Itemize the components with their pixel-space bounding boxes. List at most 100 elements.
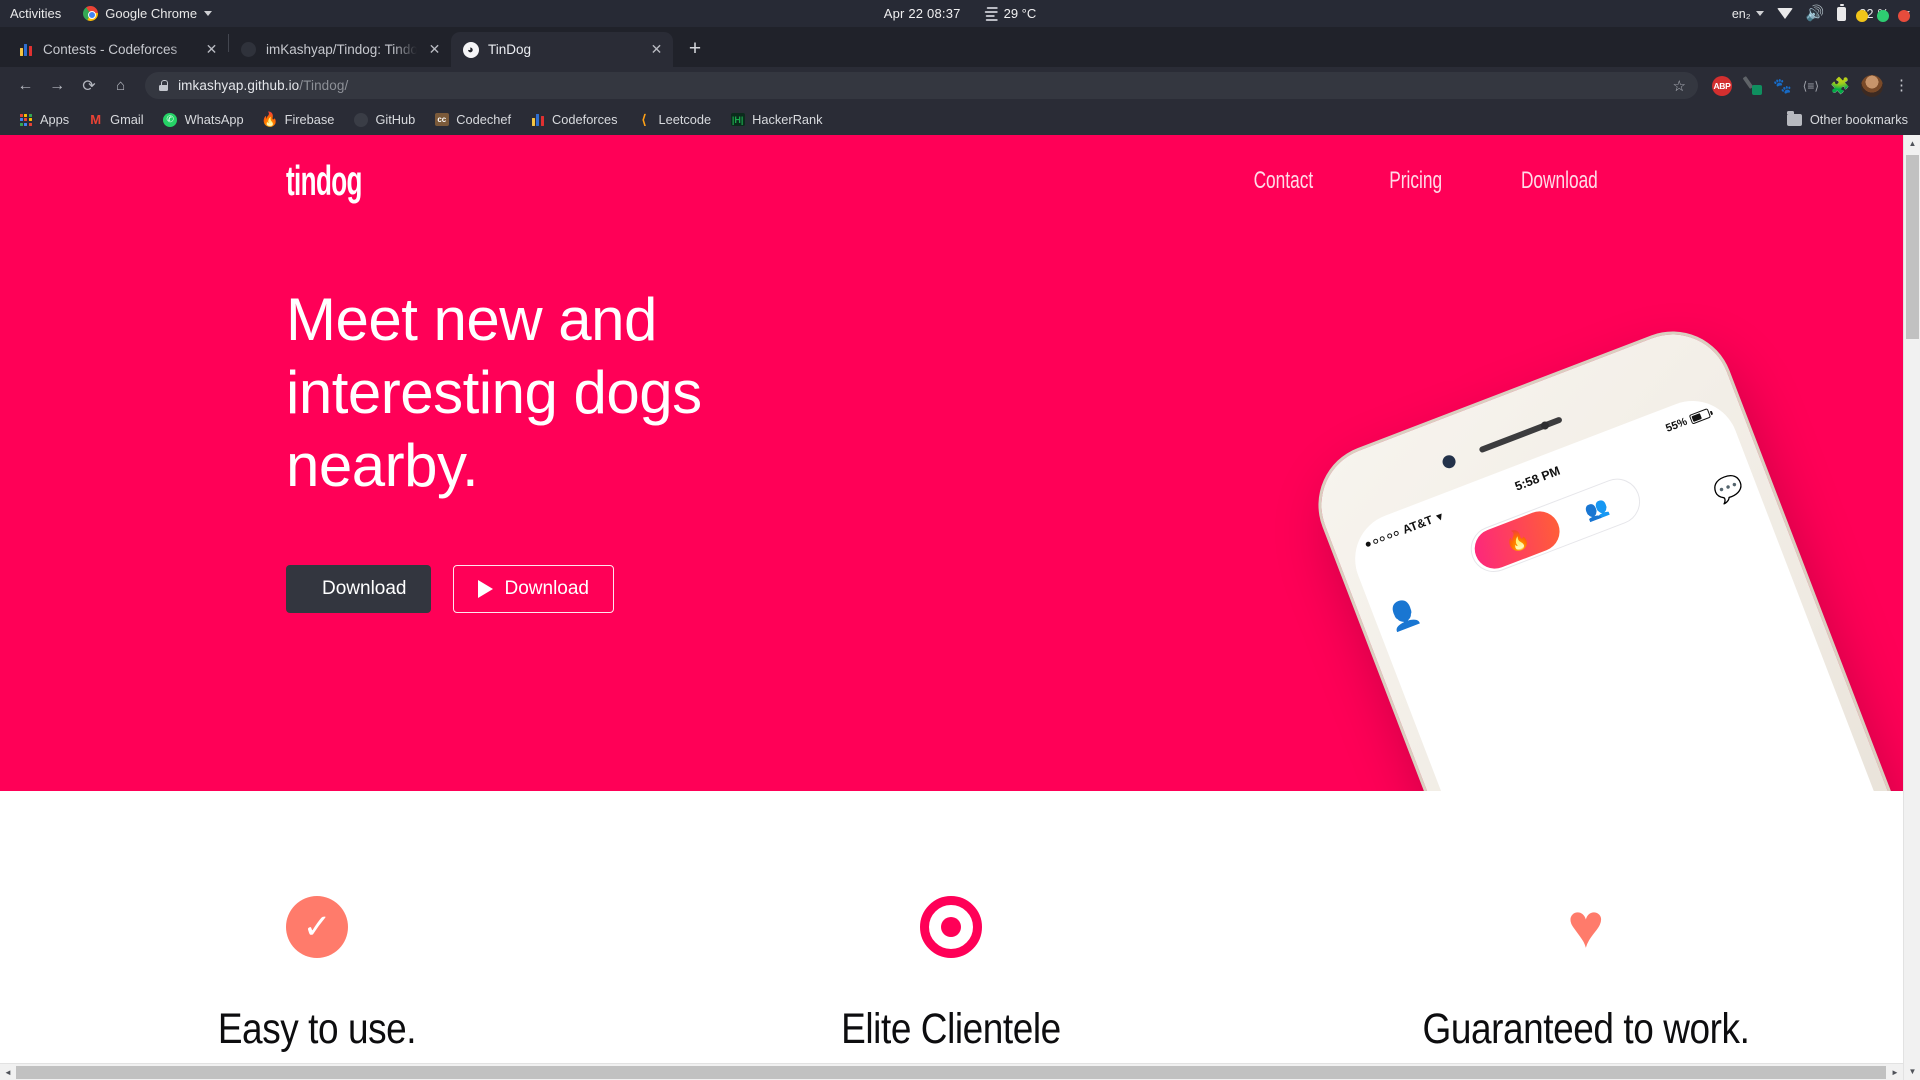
window-controls[interactable] xyxy=(1856,10,1910,22)
app-menu-google-chrome[interactable]: Google Chrome xyxy=(75,6,220,21)
hero-section: tindog Contact Pricing Download Meet new… xyxy=(0,135,1903,791)
avatar[interactable] xyxy=(1860,74,1883,97)
gnome-center-cluster[interactable]: Apr 22 08:37 29 °C xyxy=(884,6,1037,21)
scroll-down-arrow-icon[interactable]: ▼ xyxy=(1904,1063,1920,1080)
browser-toolbar: ← → ⟳ ⌂ imkashyap.github.io/Tindog/ ☆ AB… xyxy=(0,67,1920,104)
feature-elite-clientele: Elite Clientele xyxy=(731,891,1171,1054)
bookmark-label: Apps xyxy=(40,112,70,127)
bookmark-codechef[interactable]: cc Codechef xyxy=(426,109,519,130)
chevron-down-icon xyxy=(204,11,213,16)
button-label: Download xyxy=(504,577,590,599)
bookmark-whatsapp[interactable]: ✆ WhatsApp xyxy=(155,109,252,130)
home-button[interactable]: ⌂ xyxy=(106,71,135,100)
bookmark-label: Codechef xyxy=(456,112,512,127)
bookmark-github[interactable]: GitHub xyxy=(345,109,423,130)
gnome-top-bar: Activities Google Chrome Apr 22 08:37 29… xyxy=(0,0,1920,27)
browser-tab-imkashyap-tindog[interactable]: imKashyap/Tindog: Tindo ✕ xyxy=(229,32,451,67)
scroll-up-arrow-icon[interactable]: ▲ xyxy=(1904,135,1920,152)
gnome-shell-integration-icon[interactable]: 🐾 xyxy=(1773,77,1792,95)
scroll-right-arrow-icon[interactable]: ► xyxy=(1887,1064,1903,1080)
site-logo[interactable]: tindog xyxy=(286,157,362,205)
browser-tab-tindog[interactable]: ◕ TinDog ✕ xyxy=(451,32,673,67)
vertical-scrollbar[interactable]: ▲ ▼ xyxy=(1903,135,1920,1080)
bookmark-star-icon[interactable]: ☆ xyxy=(1673,77,1686,95)
weather-indicator[interactable]: 29 °C xyxy=(984,6,1037,21)
bookmark-gmail[interactable]: M Gmail xyxy=(80,109,151,130)
github-favicon xyxy=(240,41,257,58)
url-host: imkashyap.github.io xyxy=(178,78,300,93)
site-nav-links: Contact Pricing Download xyxy=(1242,167,1613,195)
page-viewport: tindog Contact Pricing Download Meet new… xyxy=(0,135,1920,1080)
download-play-store-button[interactable]: Download xyxy=(452,564,614,613)
bookmark-label: GitHub xyxy=(375,112,416,127)
battery-icon[interactable] xyxy=(1837,4,1847,21)
bookmark-leetcode[interactable]: ⟨ Leetcode xyxy=(629,109,720,130)
back-button[interactable]: ← xyxy=(11,71,40,100)
url-path: /Tindog/ xyxy=(299,78,349,93)
horizontal-scroll-thumb[interactable] xyxy=(16,1066,1886,1079)
app-menu-label: Google Chrome xyxy=(105,6,198,21)
codeforces-icon xyxy=(530,112,545,127)
clock-label[interactable]: Apr 22 08:37 xyxy=(884,6,961,21)
activities-button[interactable]: Activities xyxy=(0,6,75,21)
bookmarks-bar: Apps M Gmail ✆ WhatsApp 🔥 Firebase GitHu… xyxy=(0,104,1920,135)
adblock-plus-icon[interactable]: ABP xyxy=(1711,75,1732,96)
chrome-logo-icon xyxy=(83,6,99,21)
bookmark-label: Gmail xyxy=(110,112,144,127)
tab-close-icon[interactable]: ✕ xyxy=(426,41,443,58)
temperature-label: 29 °C xyxy=(1003,6,1037,21)
vertical-scroll-thumb[interactable] xyxy=(1906,155,1919,339)
maximize-button[interactable] xyxy=(1877,10,1889,22)
horizontal-scrollbar[interactable]: ◄ ► xyxy=(0,1063,1903,1080)
site-navbar: tindog Contact Pricing Download xyxy=(0,135,1903,205)
other-bookmarks-button[interactable]: Other bookmarks xyxy=(1786,110,1908,127)
new-tab-button[interactable]: + xyxy=(680,34,710,64)
browser-tab-contests-codeforces[interactable]: Contests - Codeforces ✕ xyxy=(6,32,228,67)
tab-title: imKashyap/Tindog: Tindo xyxy=(266,42,417,57)
close-button[interactable] xyxy=(1898,10,1910,22)
whatsapp-icon: ✆ xyxy=(163,112,178,127)
other-bookmarks-label: Other bookmarks xyxy=(1809,112,1908,127)
bookmark-hackerrank[interactable]: |H| HackerRank xyxy=(722,109,830,130)
forward-button[interactable]: → xyxy=(43,71,72,100)
feature-title: Guaranteed to work. xyxy=(1422,1005,1750,1053)
bookmark-apps[interactable]: Apps xyxy=(10,109,77,130)
bullseye-icon xyxy=(731,891,1171,963)
gmail-icon: M xyxy=(90,112,102,127)
feature-guaranteed-to-work: ♥ Guaranteed to work. xyxy=(1366,891,1806,1054)
firebase-icon: 🔥 xyxy=(261,111,279,127)
nav-link-pricing[interactable]: Pricing xyxy=(1389,167,1442,195)
browser-menu-icon[interactable]: ⋮ xyxy=(1894,78,1909,92)
download-app-store-button[interactable]: Download xyxy=(286,564,431,613)
nav-link-contact[interactable]: Contact xyxy=(1254,167,1314,195)
scroll-left-arrow-icon[interactable]: ◄ xyxy=(0,1064,16,1080)
volume-icon[interactable]: 🔊 xyxy=(1806,6,1825,21)
minimize-button[interactable] xyxy=(1856,10,1868,22)
tindog-favicon: ◕ xyxy=(462,41,479,58)
folder-icon xyxy=(1786,110,1802,126)
lock-icon xyxy=(159,80,169,91)
tab-title: Contests - Codeforces xyxy=(43,42,178,57)
bookmark-codeforces[interactable]: Codeforces xyxy=(522,109,625,130)
url-text: imkashyap.github.io/Tindog/ xyxy=(178,78,348,93)
hero-content: Meet new and interesting dogs nearby. Do… xyxy=(286,283,1903,613)
nav-link-download[interactable]: Download xyxy=(1521,167,1598,195)
hero-heading: Meet new and interesting dogs nearby. xyxy=(286,286,702,500)
equation-extension-icon[interactable]: ⟨≡⟩ xyxy=(1803,79,1819,93)
bookmark-firebase[interactable]: 🔥 Firebase xyxy=(255,109,343,130)
apps-grid-icon xyxy=(18,112,33,127)
marker-tool-icon[interactable] xyxy=(1743,76,1762,95)
check-circle-icon: ✓ xyxy=(97,891,537,963)
keyboard-layout-indicator[interactable]: en₂ xyxy=(1732,7,1764,21)
address-bar[interactable]: imkashyap.github.io/Tindog/ ☆ xyxy=(145,72,1698,99)
features-section: ✓ Easy to use. Elite Clientele ♥ Guarant… xyxy=(0,791,1903,1080)
tab-close-icon[interactable]: ✕ xyxy=(203,41,220,58)
leetcode-icon: ⟨ xyxy=(641,111,647,127)
heart-icon: ♥ xyxy=(1567,892,1605,961)
codeforces-favicon xyxy=(17,41,34,58)
extensions-puzzle-icon[interactable]: 🧩 xyxy=(1830,76,1850,96)
chevron-down-icon xyxy=(1755,11,1764,16)
wifi-icon[interactable] xyxy=(1776,8,1793,19)
reload-button[interactable]: ⟳ xyxy=(75,71,104,100)
tab-close-icon[interactable]: ✕ xyxy=(648,41,665,58)
